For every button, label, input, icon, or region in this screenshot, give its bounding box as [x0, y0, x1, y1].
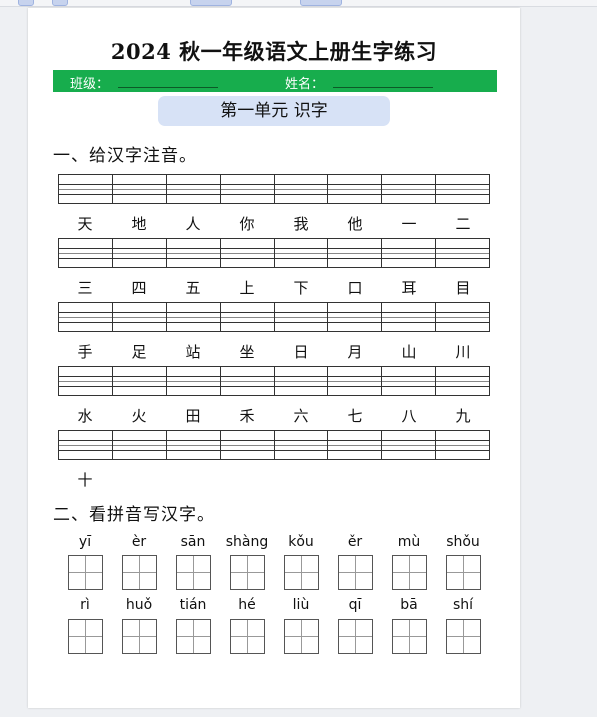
character: 山: [401, 343, 417, 361]
character: 口: [347, 279, 363, 297]
pinyin-writing-grid: [58, 430, 490, 460]
toolbar-icon[interactable]: [300, 0, 342, 6]
section-heading: 一、给汉字注音。: [53, 146, 197, 166]
pinyin-row: rì huǒ tián hé liù qī bā shí: [58, 597, 490, 613]
character: 他: [347, 215, 363, 233]
pinyin: qī: [348, 597, 362, 613]
character: 上: [239, 279, 255, 297]
character: 月: [347, 343, 363, 361]
character-row: 十: [58, 469, 490, 490]
character: 川: [455, 343, 471, 361]
class-blank: [118, 87, 218, 88]
pinyin: mù: [397, 534, 421, 550]
tian-box: [337, 619, 373, 654]
pinyin: kǒu: [288, 534, 314, 550]
character: 十: [77, 471, 93, 489]
tian-box: [121, 619, 157, 654]
student-info-bar: 班级： 姓名：: [53, 70, 497, 92]
toolbar-icon[interactable]: [18, 0, 34, 6]
character-row: 水火 田禾 六七 八九: [58, 405, 490, 426]
character: 九: [455, 407, 471, 425]
tian-box: [121, 555, 157, 590]
tian-box: [67, 619, 103, 654]
tian-box: [175, 619, 211, 654]
character: 站: [185, 343, 201, 361]
character: 火: [131, 407, 147, 425]
tian-grid-row: [58, 619, 490, 654]
tian-box: [175, 555, 211, 590]
pinyin: bā: [400, 597, 418, 613]
name-blank: [333, 87, 433, 88]
tian-box: [229, 555, 265, 590]
character-row: 三四 五上 下口 耳目: [58, 277, 490, 298]
toolbar-icon[interactable]: [190, 0, 232, 6]
pinyin-row: yī èr sān shàng kǒu ěr mù shǒu: [58, 534, 490, 550]
viewer-toolbar: [0, 0, 597, 7]
pinyin-writing-grid: [58, 302, 490, 332]
pinyin-writing-grid: [58, 366, 490, 396]
character: 三: [77, 279, 93, 297]
pinyin: èr: [131, 534, 147, 550]
pinyin: shǒu: [446, 534, 480, 550]
character: 足: [131, 343, 147, 361]
page-title: 2024 秋一年级语文上册生字练习: [110, 39, 438, 64]
class-label: 班级：: [70, 77, 110, 92]
tian-box: [229, 619, 265, 654]
character: 八: [401, 407, 417, 425]
toolbar-icon[interactable]: [52, 0, 68, 6]
pinyin: rì: [80, 597, 90, 613]
character: 日: [293, 343, 309, 361]
tian-box: [445, 619, 481, 654]
character: 禾: [239, 407, 255, 425]
document-page: 2024 秋一年级语文上册生字练习 班级： 姓名： 第一单元 识字 一、给汉字注…: [28, 8, 520, 708]
pinyin: ěr: [347, 534, 363, 550]
pinyin: huǒ: [125, 597, 153, 613]
character: 坐: [239, 343, 255, 361]
name-label: 姓名：: [285, 77, 325, 92]
tian-box: [67, 555, 103, 590]
character: 二: [455, 215, 471, 233]
tian-box: [445, 555, 481, 590]
character: 目: [455, 279, 471, 297]
pinyin-writing-grid: [58, 238, 490, 268]
character: 四: [131, 279, 147, 297]
character: 六: [293, 407, 309, 425]
character: 耳: [401, 279, 417, 297]
character: 田: [185, 407, 201, 425]
pinyin: yī: [78, 534, 92, 550]
character: 你: [239, 215, 255, 233]
character: 手: [77, 343, 93, 361]
character: 地: [131, 215, 147, 233]
pinyin: liù: [292, 597, 310, 613]
pinyin: hé: [238, 597, 256, 613]
character: 水: [77, 407, 93, 425]
character: 天: [77, 215, 93, 233]
character: 五: [185, 279, 201, 297]
pinyin: tián: [179, 597, 207, 613]
tian-box: [391, 555, 427, 590]
tian-box: [283, 555, 319, 590]
character: 我: [293, 215, 309, 233]
tian-box: [391, 619, 427, 654]
tian-box: [283, 619, 319, 654]
unit-title: 第一单元 识字: [158, 96, 390, 126]
tian-grid-row: [58, 555, 490, 590]
tian-box: [337, 555, 373, 590]
character-row: 天地 人你 我他 一二: [58, 213, 490, 234]
pinyin: sān: [180, 534, 206, 550]
character: 下: [293, 279, 309, 297]
pinyin: shí: [452, 597, 474, 613]
character-row: 手足 站坐 日月 山川: [58, 341, 490, 362]
character: 人: [185, 215, 201, 233]
character: 一: [401, 215, 417, 233]
pinyin-writing-grid: [58, 174, 490, 204]
character: 七: [347, 407, 363, 425]
section-heading: 二、看拼音写汉字。: [53, 505, 215, 525]
pinyin: shàng: [225, 534, 269, 550]
